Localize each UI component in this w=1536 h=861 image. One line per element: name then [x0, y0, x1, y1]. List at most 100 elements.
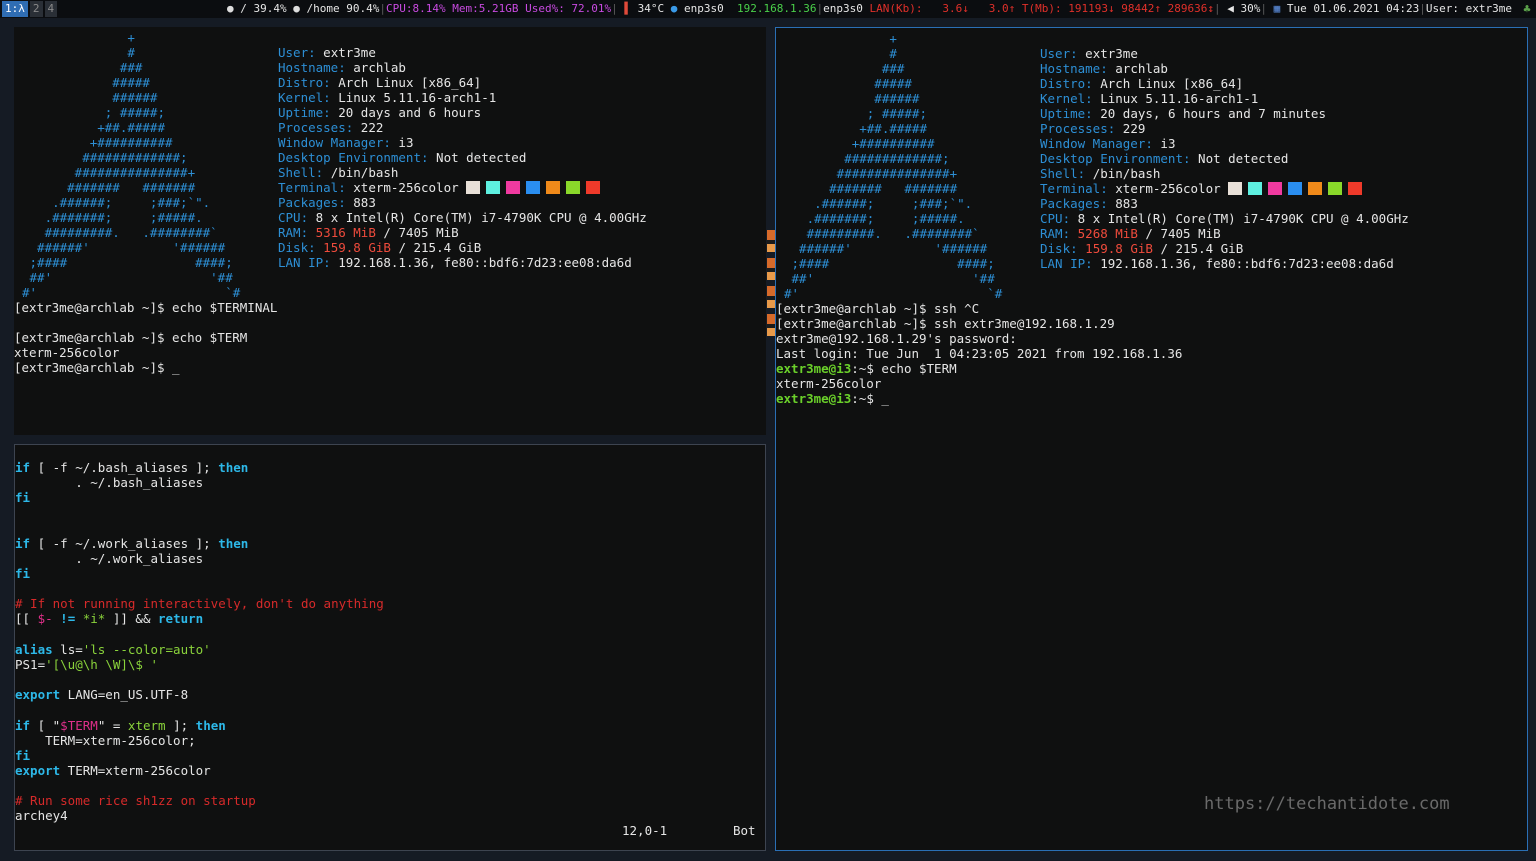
info-label: Window Manager: [278, 135, 391, 150]
disk-home: /home 90.4% [306, 2, 380, 15]
workspace-2[interactable]: 2 [29, 1, 43, 17]
logo-line: ######' '###### [784, 241, 988, 256]
terminal-top-left[interactable]: + # ### ##### ###### ; #####; +##.##### … [14, 27, 766, 435]
logo-line: ;#### ####; [22, 255, 233, 270]
info-label: Distro: [1040, 76, 1093, 91]
info-value: 192.168.1.36, fe80::bdf6:7d23:ee08:da6d [338, 255, 632, 270]
logo-line: # [784, 46, 897, 61]
color-swatch [1228, 182, 1243, 195]
shell-line: [extr3me@archlab ~]$ _ [14, 360, 180, 375]
info-value-total: / 215.4 GiB [1160, 241, 1244, 256]
shell-line: [extr3me@archlab ~]$ echo $TERM [14, 330, 248, 345]
shell-line: [extr3me@archlab ~]$ ssh ^C [776, 301, 980, 316]
logo-line: ##' '## [22, 270, 233, 285]
info-label: Uptime: [1040, 106, 1093, 121]
info-value: extr3me [323, 45, 376, 60]
workspace-1[interactable]: 1:λ [2, 1, 28, 17]
code-line: alias ls='ls --color=auto' [15, 642, 211, 657]
code-line: fi [15, 490, 31, 505]
info-label: LAN IP: [278, 255, 331, 270]
network-icon: ● [670, 2, 685, 15]
shell-line: [extr3me@archlab ~]$ ssh extr3me@192.168… [776, 316, 1115, 331]
info-label: RAM: [1040, 226, 1071, 241]
volume-level[interactable]: 30% [1240, 0, 1260, 18]
color-swatch [506, 181, 521, 194]
code-comment: # Run some rice sh1zz on startup [15, 793, 256, 808]
info-row: RAM: 5268 MiB / 7405 MiB [1040, 226, 1221, 241]
workspace-4[interactable]: 4 [44, 1, 58, 17]
logo-line: ######' '###### [22, 240, 226, 255]
info-row: Distro: Arch Linux [x86_64] [1040, 76, 1243, 91]
info-label: Hostname: [278, 60, 346, 75]
logo-line: ### [784, 61, 905, 76]
volume-icon[interactable]: ◀ [1221, 0, 1241, 18]
info-value: 159.8 GiB [1085, 241, 1153, 256]
ip-address: 192.168.1.36 [737, 2, 817, 15]
info-label: Terminal: [278, 180, 346, 195]
info-value: 8 x Intel(R) Core(TM) i7-4790K CPU @ 4.0… [315, 210, 647, 225]
code-line: PS1='[\u@\h \W]\$ ' [15, 657, 158, 672]
info-label: Kernel: [278, 90, 331, 105]
info-value: 159.8 GiB [323, 240, 391, 255]
info-row: Window Manager: i3 [278, 135, 413, 150]
logo-line: #########. .########` [784, 226, 980, 241]
disk-root: / 39.4% [240, 2, 287, 15]
info-value: archlab [353, 60, 406, 75]
info-value: extr3me [1085, 46, 1138, 61]
datetime: Tue 01.06.2021 04:23 [1286, 2, 1420, 15]
info-row: Kernel: Linux 5.11.16-arch1-1 [1040, 91, 1258, 106]
info-value: xterm-256color [1115, 181, 1221, 196]
wallpaper-fragment [767, 230, 775, 340]
info-label: Packages: [278, 195, 346, 210]
info-value: 883 [1115, 196, 1138, 211]
logo-line: ###############+ [784, 166, 958, 181]
logo-line: +########## [784, 136, 935, 151]
info-value: Arch Linux [x86_64] [1100, 76, 1244, 91]
tray-icon[interactable]: ♣ [1520, 2, 1534, 16]
logo-line: .#######; ;#####. [784, 211, 965, 226]
info-value: i3 [1160, 136, 1176, 151]
info-value: 192.168.1.36, fe80::bdf6:7d23:ee08:da6d [1100, 256, 1394, 271]
info-label: Distro: [278, 75, 331, 90]
info-value: Linux 5.11.16-arch1-1 [1100, 91, 1259, 106]
info-row: Window Manager: i3 [1040, 136, 1175, 151]
terminal-right[interactable]: + # ### ##### ###### ; #####; +##.##### … [775, 27, 1528, 851]
code-line: export LANG=en_US.UTF-8 [15, 687, 189, 702]
color-swatch [1328, 182, 1343, 195]
color-swatch [586, 181, 601, 194]
color-swatch [1348, 182, 1363, 195]
info-value: 5268 MiB [1077, 226, 1138, 241]
cursor-position: 12,0-1 [622, 823, 668, 838]
info-row: User: extr3me [1040, 46, 1138, 61]
shell-line: Last login: Tue Jun 1 04:23:05 2021 from… [776, 346, 1183, 361]
info-label: User: [1040, 46, 1078, 61]
info-value: /bin/bash [1092, 166, 1161, 181]
traffic: T(Mb): 191193↓ 98442↑ 289636↕ [1021, 2, 1214, 15]
shell-line: [extr3me@archlab ~]$ echo $TERMINAL [14, 300, 278, 315]
info-value: Arch Linux [x86_64] [338, 75, 482, 90]
logo-line: +##.##### [784, 121, 927, 136]
info-row: User: extr3me [278, 45, 376, 60]
info-value: xterm-256color [353, 180, 459, 195]
info-label: RAM: [278, 225, 309, 240]
color-swatch [466, 181, 481, 194]
code-comment: # If not running interactively, don't do… [15, 596, 384, 611]
logo-line: ###### [784, 91, 920, 106]
info-row: LAN IP: 192.168.1.36, fe80::bdf6:7d23:ee… [278, 255, 632, 270]
interface-name-2: enp3s0 [823, 2, 863, 15]
info-value-total: / 7405 MiB [383, 225, 459, 240]
info-value: 229 [1122, 121, 1146, 136]
logo-line: ###############+ [22, 165, 196, 180]
info-label: Packages: [1040, 196, 1108, 211]
calendar-icon: ▦ [1266, 2, 1287, 15]
code-line: . ~/.work_aliases [15, 551, 204, 566]
shell-line: xterm-256color [14, 345, 120, 360]
code-line: if [ -f ~/.work_aliases ]; then [15, 536, 249, 551]
info-label: CPU: [278, 210, 309, 225]
temperature: 34°C [637, 2, 665, 15]
color-swatch [546, 181, 561, 194]
logo-line: .#######; ;#####. [22, 210, 203, 225]
vim-editor[interactable]: if [ -f ~/.bash_aliases ]; then . ~/.bas… [14, 444, 766, 851]
color-swatch [1308, 182, 1323, 195]
logo-line: #############; [22, 150, 188, 165]
